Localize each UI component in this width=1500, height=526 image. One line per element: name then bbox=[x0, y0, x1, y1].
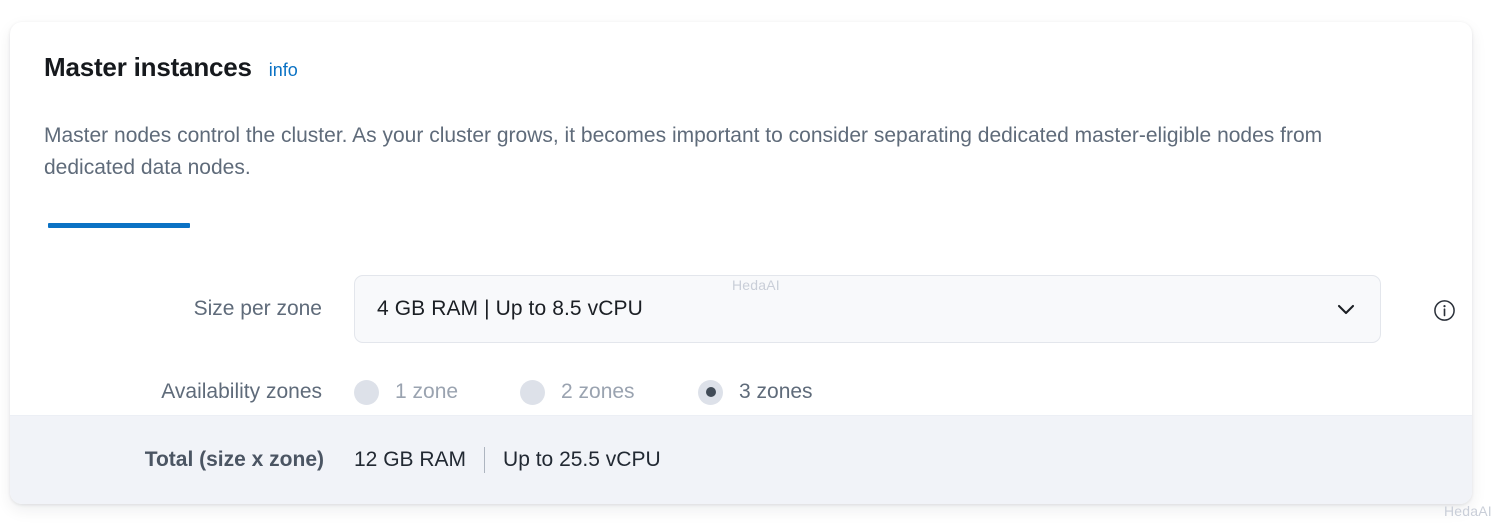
radio-option-3-zones[interactable]: 3 zones bbox=[698, 379, 813, 405]
availability-zones-label: Availability zones bbox=[161, 380, 322, 403]
availability-zones-row: Availability zones 1 zone 2 zones 3 zone… bbox=[10, 367, 1472, 417]
total-separator bbox=[484, 447, 486, 473]
total-values: 12 GB RAM Up to 25.5 vCPU bbox=[354, 447, 661, 473]
radio-label: 1 zone bbox=[395, 380, 459, 403]
radio-dot-icon bbox=[520, 379, 545, 405]
radio-dot-icon bbox=[354, 379, 379, 405]
page-title: Master instances bbox=[44, 52, 252, 82]
size-per-zone-select[interactable]: 4 GB RAM | Up to 8.5 vCPU bbox=[354, 275, 1381, 343]
size-per-zone-row: Size per zone 4 GB RAM | Up to 8.5 vCPU bbox=[10, 275, 1472, 343]
card-description: Master nodes control the cluster. As you… bbox=[44, 124, 1323, 179]
radio-label: 3 zones bbox=[739, 380, 813, 403]
accent-bar bbox=[48, 223, 190, 228]
radio-option-2-zones[interactable]: 2 zones bbox=[520, 379, 698, 405]
master-instances-card: Master instances info Master nodes contr… bbox=[10, 22, 1472, 504]
info-circle-icon[interactable] bbox=[1433, 299, 1456, 322]
watermark-bottom: HedaAI bbox=[1444, 503, 1492, 519]
availability-zones-radio-group: 1 zone 2 zones 3 zones bbox=[354, 379, 813, 405]
total-label: Total (size x zone) bbox=[144, 448, 324, 471]
size-per-zone-value: 4 GB RAM | Up to 8.5 vCPU bbox=[377, 297, 643, 320]
radio-option-1-zone[interactable]: 1 zone bbox=[354, 379, 520, 405]
total-footer: Total (size x zone) 12 GB RAM Up to 25.5… bbox=[10, 415, 1472, 504]
info-link[interactable]: info bbox=[269, 60, 298, 81]
total-cpu: Up to 25.5 vCPU bbox=[503, 448, 661, 471]
size-per-zone-label: Size per zone bbox=[193, 297, 322, 320]
radio-dot-icon-selected bbox=[698, 379, 723, 405]
size-per-zone-select-wrap: 4 GB RAM | Up to 8.5 vCPU bbox=[354, 275, 1381, 343]
total-ram: 12 GB RAM bbox=[354, 448, 467, 471]
screen-root: Master instances info Master nodes contr… bbox=[0, 0, 1500, 526]
card-body: Master instances info Master nodes contr… bbox=[10, 22, 1472, 415]
card-heading: Master instances info bbox=[44, 52, 298, 83]
radio-label: 2 zones bbox=[561, 380, 635, 403]
chevron-down-icon[interactable] bbox=[1334, 297, 1358, 321]
